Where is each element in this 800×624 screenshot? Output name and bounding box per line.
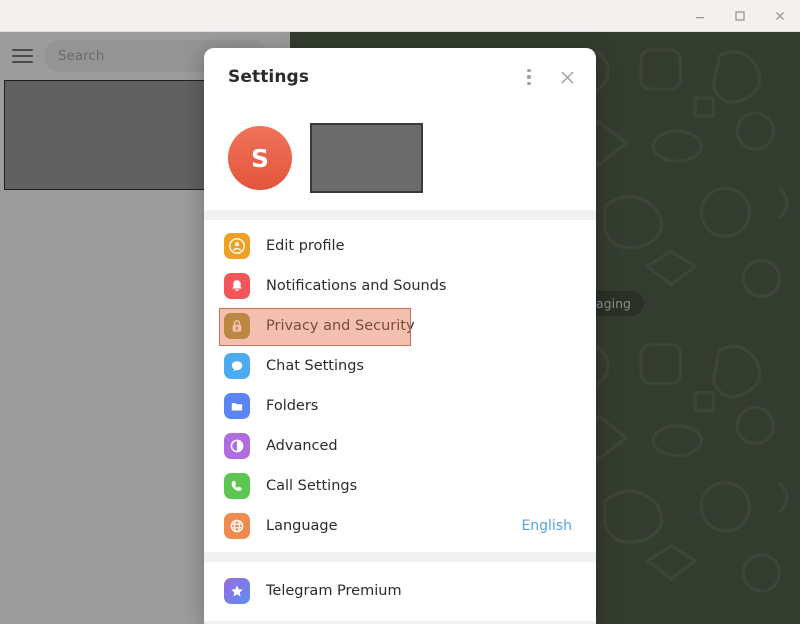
avatar[interactable]: S bbox=[228, 126, 292, 190]
window-titlebar bbox=[0, 0, 800, 32]
maximize-icon bbox=[735, 10, 745, 21]
dialog-header: Settings bbox=[204, 48, 596, 106]
menu-item-chat-settings[interactable]: Chat Settings bbox=[204, 346, 596, 386]
minimize-icon bbox=[696, 16, 704, 18]
menu-item-label: Edit profile bbox=[266, 238, 345, 254]
profile-section[interactable]: S bbox=[204, 106, 596, 210]
lock-icon bbox=[224, 313, 250, 339]
menu-item-label: Advanced bbox=[266, 438, 338, 454]
close-icon bbox=[560, 70, 574, 84]
dialog-title: Settings bbox=[228, 67, 310, 87]
bell-icon bbox=[224, 273, 250, 299]
menu-item-label: Privacy and Security bbox=[266, 318, 415, 334]
profile-name-placeholder bbox=[310, 123, 423, 193]
section-divider bbox=[204, 210, 596, 220]
more-vertical-icon bbox=[527, 68, 531, 86]
phone-icon bbox=[224, 473, 250, 499]
language-value[interactable]: English bbox=[521, 518, 572, 534]
dialog-close-button[interactable] bbox=[548, 58, 586, 96]
settings-menu: Edit profile Notifications and Sounds Pr… bbox=[204, 220, 596, 552]
menu-item-telegram-premium[interactable]: Telegram Premium bbox=[204, 571, 596, 611]
section-divider-2 bbox=[204, 552, 596, 562]
menu-item-label: Folders bbox=[266, 398, 319, 414]
chat-bubble-icon bbox=[224, 353, 250, 379]
more-options-button[interactable] bbox=[510, 58, 548, 96]
minimize-button[interactable] bbox=[680, 0, 720, 32]
pie-icon bbox=[224, 433, 250, 459]
menu-item-call-settings[interactable]: Call Settings bbox=[204, 466, 596, 506]
menu-item-language[interactable]: Language English bbox=[204, 506, 596, 546]
menu-item-folders[interactable]: Folders bbox=[204, 386, 596, 426]
menu-item-privacy-and-security[interactable]: Privacy and Security bbox=[204, 306, 596, 346]
folder-icon bbox=[224, 393, 250, 419]
globe-icon bbox=[224, 513, 250, 539]
settings-dialog: Settings S Edit profile Notifications an… bbox=[204, 48, 596, 624]
menu-item-label: Call Settings bbox=[266, 478, 358, 494]
menu-item-advanced[interactable]: Advanced bbox=[204, 426, 596, 466]
menu-item-edit-profile[interactable]: Edit profile bbox=[204, 226, 596, 266]
maximize-button[interactable] bbox=[720, 0, 760, 32]
person-icon bbox=[224, 233, 250, 259]
star-icon bbox=[224, 578, 250, 604]
menu-item-label: Chat Settings bbox=[266, 358, 364, 374]
menu-item-label: Telegram Premium bbox=[266, 583, 402, 599]
premium-section: Telegram Premium bbox=[204, 562, 596, 621]
close-button[interactable] bbox=[760, 0, 800, 32]
menu-item-label: Notifications and Sounds bbox=[266, 278, 447, 294]
screen: Search ssaging Settings S Edit profile N… bbox=[0, 0, 800, 624]
menu-item-label: Language bbox=[266, 518, 338, 534]
close-icon bbox=[776, 11, 784, 20]
menu-item-notifications-and-sounds[interactable]: Notifications and Sounds bbox=[204, 266, 596, 306]
avatar-initial: S bbox=[250, 143, 269, 173]
